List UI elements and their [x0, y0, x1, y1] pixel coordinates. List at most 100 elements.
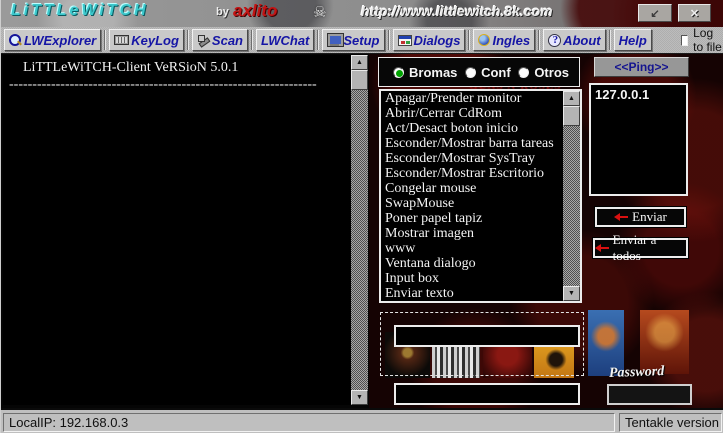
list-item[interactable]: SwapMouse [385, 196, 563, 211]
toolbar-separator [104, 30, 106, 50]
toolbar-button-lwchat[interactable]: LWChat [256, 29, 314, 51]
radio-icon [518, 67, 529, 78]
scrollbar-track[interactable] [563, 126, 580, 286]
list-item[interactable]: Ventana dialogo [385, 256, 563, 271]
scroll-up-icon[interactable]: ▲ [351, 55, 368, 70]
ping-button[interactable]: <<Ping>> [594, 57, 689, 77]
main-area: GUNS N'ROSES LiTTLeWiTCH-Client VeRSioN … [1, 54, 723, 408]
title-bar: LiTTLeWiTCH by axlito ☠ http://www.littl… [1, 0, 723, 27]
keyboard-icon [114, 35, 129, 45]
status-bar: LocalIP: 192.168.0.3 Tentakle version [1, 408, 723, 433]
radio-conf[interactable]: Conf [465, 65, 511, 80]
title-by-text: by [216, 6, 229, 18]
radio-bromas[interactable]: Bromas [393, 65, 457, 80]
toolbar-separator [251, 30, 253, 50]
list-item[interactable]: Mostrar imagen [385, 226, 563, 241]
radio-label: Otros [534, 65, 569, 80]
title-author: axlito [233, 1, 277, 21]
radio-icon [393, 67, 404, 78]
list-item[interactable]: Input box [385, 271, 563, 286]
toolbar-button-dialogs[interactable]: Dialogs [393, 29, 466, 51]
list-item[interactable]: Abrir/Cerrar CdRom [385, 106, 563, 121]
toolbar: LWExplorer KeyLog Scan LWChat Setup Dial… [1, 27, 723, 54]
command-parameter-input[interactable] [394, 325, 580, 347]
toolbar-button-keylog[interactable]: KeyLog [109, 29, 184, 51]
toolbar-label: Ingles [492, 33, 530, 48]
close-icon: ✕ [690, 7, 699, 20]
toolbar-separator [317, 30, 319, 50]
scrollbar-track[interactable] [351, 90, 368, 390]
password-label: Password [609, 364, 665, 382]
log-line: ----------------------------------------… [9, 76, 349, 93]
radio-label: Bromas [409, 65, 457, 80]
radio-otros[interactable]: Otros [518, 65, 569, 80]
radio-icon [465, 67, 476, 78]
toolbar-button-scan[interactable]: Scan [192, 29, 248, 51]
question-icon [548, 34, 561, 47]
toolbar-button-lwexplorer[interactable]: LWExplorer [4, 29, 101, 51]
list-item[interactable]: Act/Desact boton inicio [385, 121, 563, 136]
enviar-a-todos-label: Enviar a todos [613, 232, 686, 264]
enviar-label: Enviar [632, 209, 667, 225]
log-to-file-group: Log to file [681, 26, 723, 54]
client-log-panel: LiTTLeWiTCH-Client VeRSioN 5.0.1 -------… [3, 55, 368, 405]
toolbar-button-setup[interactable]: Setup [322, 29, 384, 51]
red-arrow-icon [595, 244, 609, 252]
toolbar-separator [388, 30, 390, 50]
radio-label: Conf [481, 65, 511, 80]
message-input[interactable] [394, 383, 580, 405]
scrollbar-thumb[interactable] [563, 106, 580, 126]
toolbar-label: Help [619, 33, 647, 48]
scrollbar-thumb[interactable] [351, 70, 368, 90]
minimize-icon: ↙ [650, 7, 659, 20]
local-ip-status: LocalIP: 192.168.0.3 [3, 413, 615, 432]
scroll-up-icon[interactable]: ▲ [563, 91, 580, 106]
ip-list-item[interactable]: 127.0.0.1 [595, 87, 686, 102]
log-to-file-label: Log to file [693, 26, 723, 54]
toolbar-button-help[interactable]: Help [614, 29, 652, 51]
toolbar-label: Setup [343, 33, 379, 48]
command-items: Apagar/Prender monitor Abrir/Cerrar CdRo… [381, 91, 563, 301]
enviar-button[interactable]: Enviar [595, 207, 686, 227]
toolbar-button-ingles[interactable]: Ingles [473, 29, 535, 51]
toolbar-label: LWExplorer [24, 33, 96, 48]
toolbar-label: Scan [212, 33, 243, 48]
toolbar-label: Dialogs [414, 33, 461, 48]
scroll-down-icon[interactable]: ▼ [351, 390, 368, 405]
list-item[interactable]: Esconder/Mostrar SysTray [385, 151, 563, 166]
computer-icon [327, 34, 341, 46]
scroll-down-icon[interactable]: ▼ [563, 286, 580, 301]
category-radio-group: Bromas Conf Otros [378, 57, 580, 87]
red-arrow-icon [614, 213, 628, 221]
log-scrollbar[interactable]: ▲ ▼ [351, 55, 368, 405]
enviar-a-todos-button[interactable]: Enviar a todos [593, 238, 688, 258]
list-item[interactable]: Esconder/Mostrar Escritorio [385, 166, 563, 181]
littlewitch-client-window: LiTTLeWiTCH by axlito ☠ http://www.littl… [0, 0, 723, 433]
toolbar-button-about[interactable]: About [543, 29, 606, 51]
version-status: Tentakle version [619, 413, 722, 432]
scan-tool-icon [197, 34, 210, 46]
password-input[interactable] [607, 384, 692, 405]
command-list-scrollbar[interactable]: ▲ ▼ [563, 91, 580, 301]
toolbar-separator [468, 30, 470, 50]
list-item[interactable]: Esconder/Mostrar barra tareas [385, 136, 563, 151]
globe-icon [478, 34, 490, 46]
toolbar-separator [187, 30, 189, 50]
app-title: LiTTLeWiTCH [11, 2, 149, 20]
magnifier-icon [9, 34, 22, 47]
toolbar-label: KeyLog [131, 33, 179, 48]
ip-listbox: 127.0.0.1 [589, 83, 688, 196]
window-icon [398, 35, 412, 46]
close-button[interactable]: ✕ [678, 4, 711, 22]
list-item[interactable]: Poner papel tapiz [385, 211, 563, 226]
client-log-text: LiTTLeWiTCH-Client VeRSioN 5.0.1 -------… [3, 55, 351, 405]
list-item[interactable]: www [385, 241, 563, 256]
log-to-file-checkbox[interactable] [681, 35, 688, 46]
toolbar-separator [538, 30, 540, 50]
title-url: http://www.littlewitch.8k.com [361, 3, 553, 19]
minimize-button[interactable]: ↙ [638, 4, 672, 22]
toolbar-label: About [563, 33, 601, 48]
list-item[interactable]: Congelar mouse [385, 181, 563, 196]
list-item[interactable]: Enviar texto [385, 286, 563, 301]
list-item[interactable]: Apagar/Prender monitor [385, 91, 563, 106]
